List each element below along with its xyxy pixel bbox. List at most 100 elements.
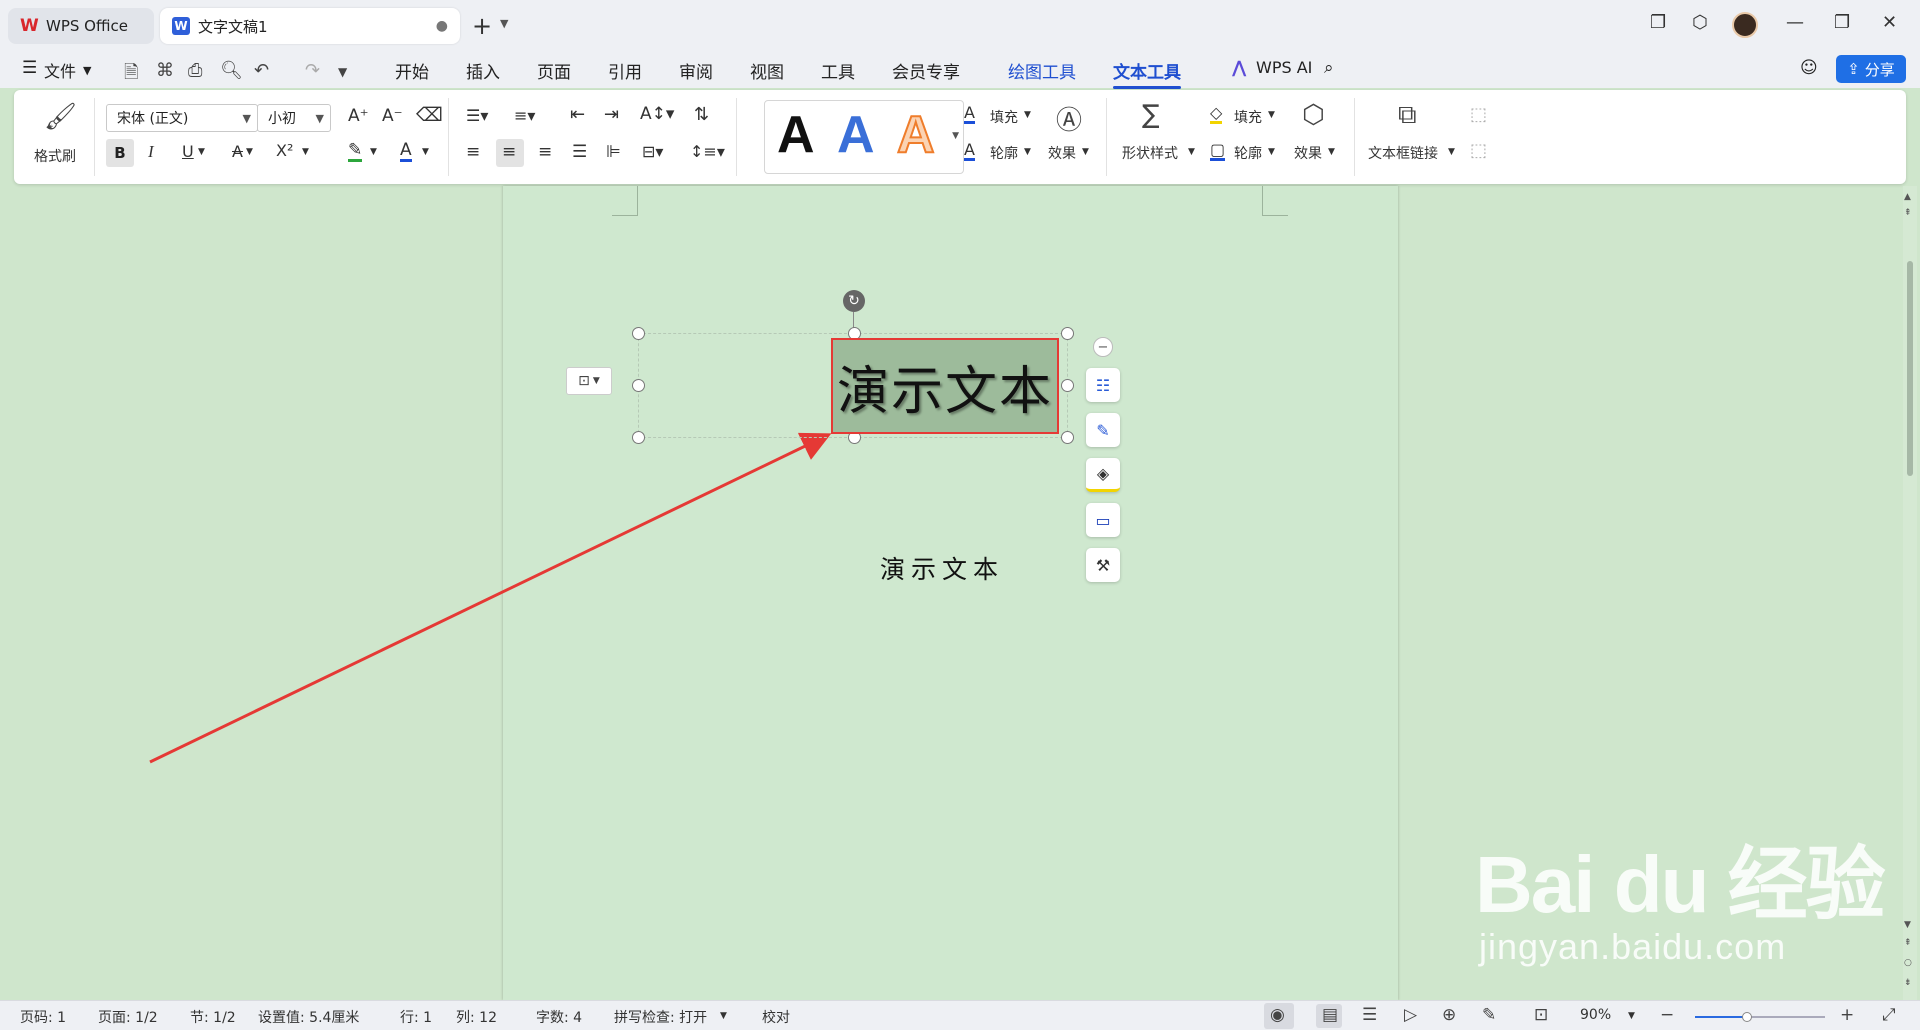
scrollbar-thumb[interactable] bbox=[1907, 261, 1913, 476]
zoom-out-icon[interactable]: − bbox=[1660, 1005, 1674, 1025]
shape-fill-button[interactable]: 填充 bbox=[1234, 107, 1262, 127]
justify-icon[interactable]: ☰ bbox=[572, 142, 587, 162]
tab-member[interactable]: 会员专享 bbox=[892, 58, 960, 83]
art-style-black[interactable]: A bbox=[777, 105, 815, 165]
resize-handle[interactable] bbox=[632, 379, 645, 392]
tab-tools[interactable]: 工具 bbox=[821, 58, 855, 83]
tab-wps-office[interactable]: W WPS Office bbox=[8, 8, 154, 44]
decrease-font-icon[interactable]: A⁻ bbox=[382, 106, 403, 126]
text-outline-button[interactable]: 轮廓 bbox=[990, 143, 1018, 163]
status-section[interactable]: 节: 1/2 bbox=[190, 1007, 236, 1027]
undo-icon[interactable]: ↶ bbox=[254, 60, 269, 81]
rotate-handle-icon[interactable]: ↻ bbox=[843, 290, 865, 312]
align-left-icon[interactable]: ≡ bbox=[466, 142, 480, 162]
tab-references[interactable]: 引用 bbox=[608, 58, 642, 83]
sort-icon[interactable]: ⇅ bbox=[694, 104, 709, 125]
align-center-icon[interactable]: ≡ bbox=[502, 142, 516, 162]
clear-format-icon[interactable]: ⌫ bbox=[416, 104, 443, 126]
chevron-down-icon[interactable]: ▼ bbox=[1082, 147, 1089, 157]
chevron-down-icon[interactable]: ▼ bbox=[246, 147, 253, 157]
superscript-icon[interactable]: X² bbox=[276, 141, 293, 160]
search-icon[interactable]: ⌕ bbox=[1324, 58, 1334, 78]
print-preview-icon[interactable]: 🔍︎ bbox=[220, 60, 243, 81]
share-button[interactable]: ⇪ 分享 bbox=[1836, 55, 1906, 83]
cloud-icon[interactable]: ⌘ bbox=[156, 60, 174, 81]
text-effect-button[interactable]: 效果 bbox=[1048, 143, 1076, 163]
strikethrough-icon[interactable]: A bbox=[232, 142, 243, 161]
chevron-down-icon[interactable]: ▼ bbox=[370, 147, 377, 157]
italic-button[interactable]: I bbox=[148, 142, 154, 162]
increase-indent-icon[interactable]: ⇥ bbox=[604, 104, 619, 125]
underline-button[interactable]: U bbox=[182, 142, 194, 161]
file-menu-chevron-icon[interactable]: ▼ bbox=[83, 64, 91, 77]
print-icon[interactable]: ⎙ bbox=[188, 60, 202, 81]
scroll-up-icon[interactable]: ▲ bbox=[1904, 192, 1911, 202]
document-plain-text[interactable]: 演示文本 bbox=[880, 550, 1004, 586]
zoom-in-icon[interactable]: + bbox=[1840, 1005, 1854, 1025]
chevron-down-icon[interactable]: ▼ bbox=[1448, 147, 1455, 157]
status-word-count[interactable]: 字数: 4 bbox=[536, 1007, 582, 1027]
tab-drawing-tools[interactable]: 绘图工具 bbox=[1008, 58, 1076, 83]
chat-icon[interactable]: ☺ bbox=[1800, 58, 1818, 78]
next-page-icon[interactable]: ⇟ bbox=[1904, 978, 1912, 988]
font-color-icon[interactable]: A bbox=[400, 141, 412, 162]
tab-insert[interactable]: 插入 bbox=[466, 58, 500, 83]
status-page-code[interactable]: 页码: 1 bbox=[20, 1007, 66, 1027]
art-style-blue[interactable]: A bbox=[837, 105, 875, 165]
tab-home[interactable]: 开始 bbox=[395, 58, 429, 83]
fit-page-icon[interactable]: ⊡ bbox=[1534, 1005, 1548, 1025]
pen-style-icon[interactable]: ✎ bbox=[1086, 413, 1120, 447]
status-setting-value[interactable]: 设置值: 5.4厘米 bbox=[258, 1007, 359, 1027]
restore-icon[interactable]: ❐ bbox=[1834, 12, 1850, 33]
wrap-text-icon[interactable]: ☷ bbox=[1086, 368, 1120, 402]
resize-handle[interactable] bbox=[632, 327, 645, 340]
tab-page[interactable]: 页面 bbox=[537, 58, 571, 83]
chevron-down-icon[interactable]: ▼ bbox=[1328, 147, 1335, 157]
tab-view[interactable]: 视图 bbox=[750, 58, 784, 83]
status-row[interactable]: 行: 1 bbox=[400, 1007, 432, 1027]
chevron-down-icon[interactable]: ▼ bbox=[198, 147, 205, 157]
quick-access-more-icon[interactable]: ▼ bbox=[338, 65, 347, 79]
shape-outline-button[interactable]: 轮廓 bbox=[1234, 143, 1262, 163]
redo-icon[interactable]: ↷ bbox=[305, 60, 320, 81]
multi-window-icon[interactable]: ❐ bbox=[1650, 12, 1666, 33]
tab-document[interactable]: W 文字文稿1 ● bbox=[160, 8, 460, 44]
format-painter-label[interactable]: 格式刷 bbox=[34, 146, 76, 166]
chevron-down-icon[interactable]: ▼ bbox=[422, 147, 429, 157]
save-icon[interactable]: 🗎 bbox=[124, 60, 138, 90]
shape-effect-icon[interactable]: ⬡ bbox=[1302, 100, 1325, 130]
fullscreen-icon[interactable]: ⤢ bbox=[1882, 1005, 1896, 1025]
chevron-down-icon[interactable]: ▼ bbox=[1628, 1011, 1635, 1021]
text-fill-icon[interactable]: A bbox=[964, 104, 975, 124]
resize-handle[interactable] bbox=[1061, 379, 1074, 392]
status-spell-check[interactable]: 拼写检查: 打开 bbox=[614, 1007, 707, 1027]
wps-ai-button[interactable]: WPS AI bbox=[1256, 58, 1312, 77]
vertical-scrollbar[interactable]: ▲ ⇞ ▼ ⇞ ○ ⇟ bbox=[1903, 186, 1917, 1000]
bullet-list-icon[interactable]: ☰▾ bbox=[466, 106, 488, 125]
shape-effect-button[interactable]: 效果 bbox=[1294, 143, 1322, 163]
page-view-icon[interactable]: ▤ bbox=[1322, 1005, 1338, 1025]
tab-review[interactable]: 审阅 bbox=[679, 58, 713, 83]
outline-color-icon[interactable]: ▭ bbox=[1086, 503, 1120, 537]
resize-handle[interactable] bbox=[632, 431, 645, 444]
status-proofread[interactable]: 校对 bbox=[762, 1007, 790, 1027]
pen-icon[interactable]: ✎ bbox=[1482, 1005, 1496, 1025]
scroll-top-icon[interactable]: ⇞ bbox=[1904, 208, 1912, 218]
web-view-icon[interactable]: ⊕ bbox=[1442, 1005, 1456, 1025]
document-page[interactable] bbox=[503, 186, 1398, 1000]
text-effect-icon[interactable]: Ⓐ bbox=[1056, 100, 1082, 137]
shape-fill-icon[interactable]: ◇ bbox=[1210, 104, 1223, 124]
file-menu[interactable]: 文件 bbox=[44, 58, 76, 82]
chevron-down-icon[interactable]: ▼ bbox=[1268, 110, 1275, 120]
selected-text-box[interactable]: 演示文本 bbox=[831, 338, 1059, 434]
chevron-down-icon[interactable]: ▼ bbox=[1024, 110, 1031, 120]
selected-text[interactable]: 演示文本 bbox=[837, 349, 1053, 424]
minimize-icon[interactable]: — bbox=[1786, 12, 1804, 33]
chevron-down-icon[interactable]: ▼ bbox=[720, 1011, 727, 1021]
fill-color-icon[interactable]: ◈ bbox=[1086, 458, 1120, 492]
status-column[interactable]: 列: 12 bbox=[456, 1007, 497, 1027]
shape-style-button[interactable]: 形状样式 bbox=[1122, 143, 1178, 163]
cube-icon[interactable]: ⬡ bbox=[1692, 12, 1708, 33]
highlight-icon[interactable]: ✎ bbox=[348, 141, 363, 162]
increase-font-icon[interactable]: A⁺ bbox=[348, 106, 369, 126]
